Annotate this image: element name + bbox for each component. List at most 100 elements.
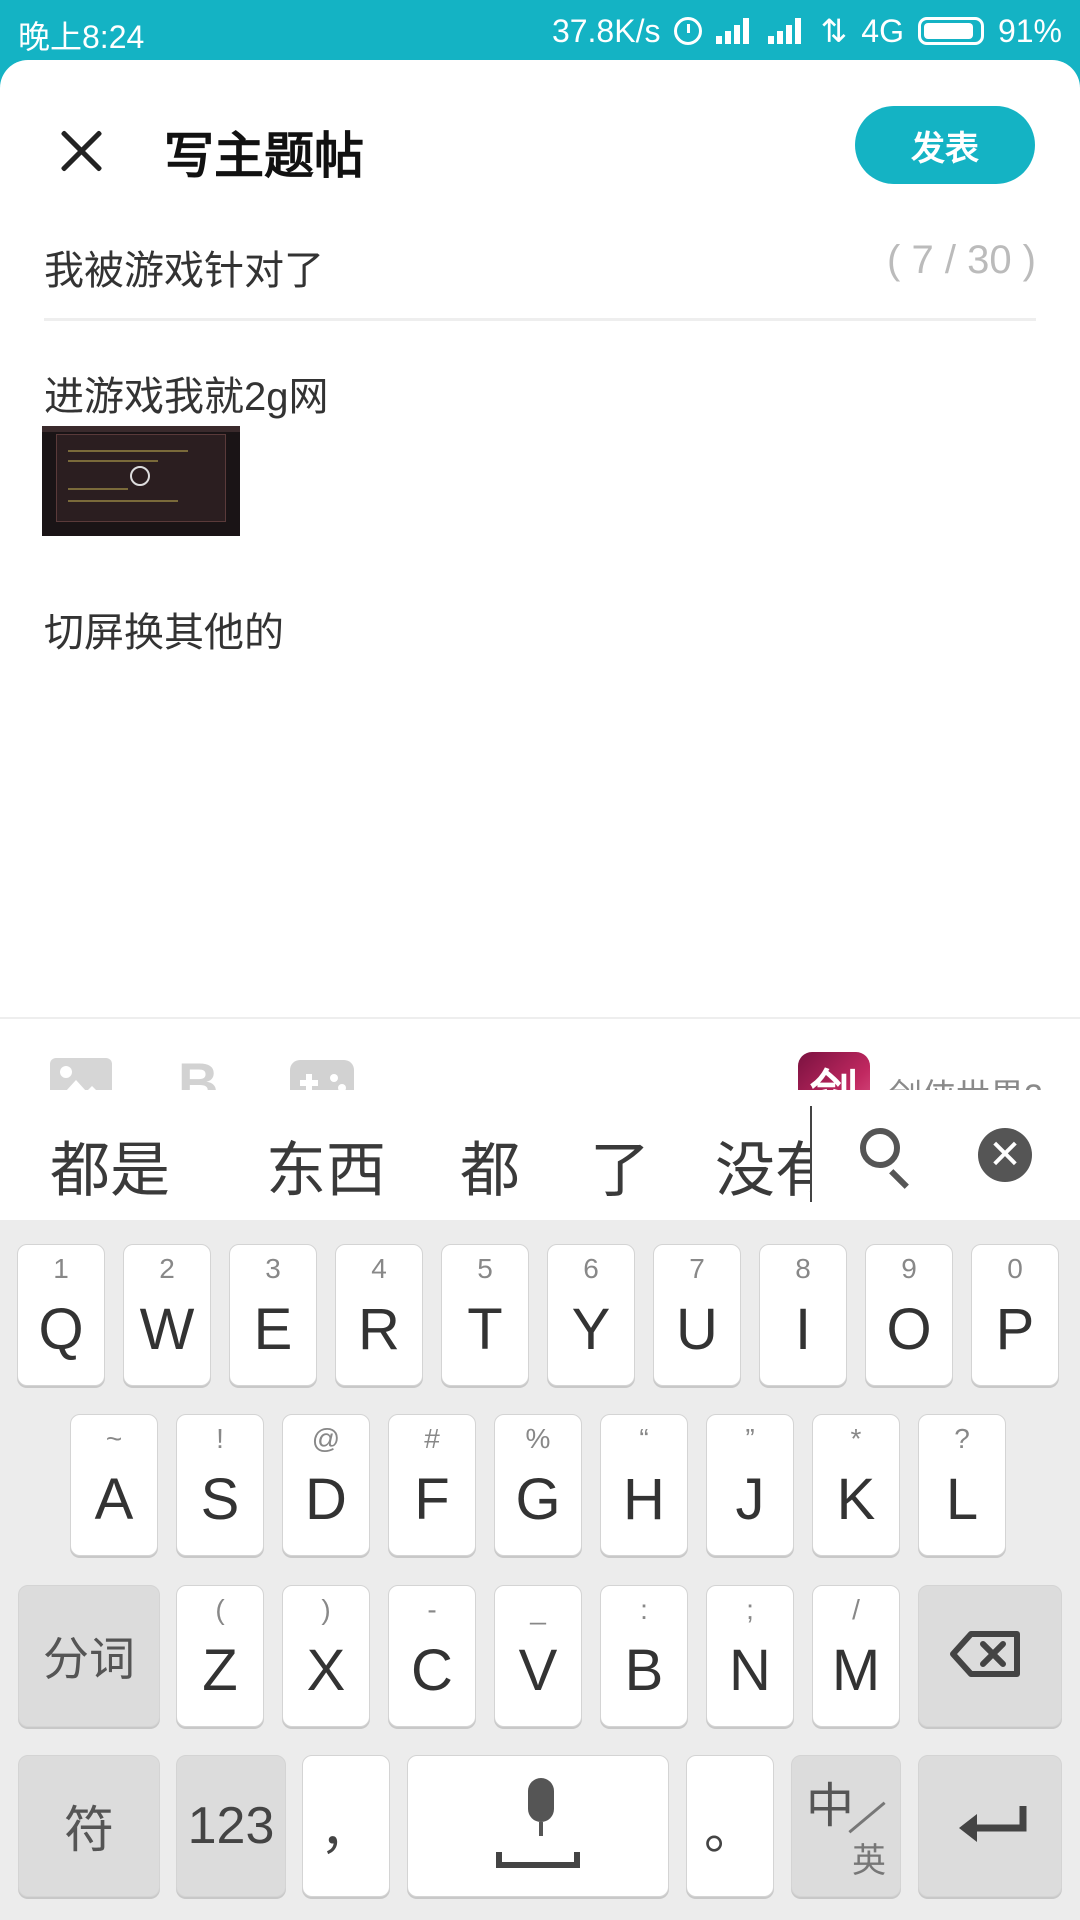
key-d[interactable]: @ D [282,1414,370,1556]
space-icon [496,1852,580,1868]
key-e[interactable]: 3E [229,1244,317,1386]
key-a[interactable]: ~ A [70,1414,158,1556]
data-arrows-icon: ⇅ [820,13,848,49]
key-b[interactable]: :B [600,1585,688,1727]
candidate-word[interactable]: 了 [590,1122,650,1209]
key-secondary-label: 0 [1007,1253,1023,1284]
key-secondary-label: ~ [105,1423,123,1454]
key-g[interactable]: % G [494,1414,582,1556]
key-label: S [200,1467,240,1532]
key-secondary-label: 9 [901,1253,917,1284]
key-label: H [623,1467,665,1532]
key-q[interactable]: 1Q [17,1244,105,1386]
key-secondary-label: 3 [265,1253,281,1284]
close-icon[interactable] [50,120,112,182]
key-secondary-label: % [525,1423,551,1454]
key-label: Y [571,1297,611,1362]
key-label: B [624,1638,664,1703]
key-label: J [735,1467,765,1532]
key-label: N [729,1638,771,1703]
key-label: Q [38,1297,84,1362]
key-secondary-label: * [850,1423,862,1454]
key-r[interactable]: 4R [335,1244,423,1386]
segment-key-label: 分词 [43,1633,135,1685]
key-s[interactable]: ! S [176,1414,264,1556]
key-label: L [945,1467,979,1532]
candidate-word[interactable]: 都是 [50,1122,170,1209]
candidate-divider [810,1106,812,1202]
key-secondary-label: _ [530,1594,546,1625]
signal-icon [716,18,754,44]
key-j[interactable]: ” J [706,1414,794,1556]
key-w[interactable]: 2W [123,1244,211,1386]
segment-key[interactable]: 分词 [18,1585,160,1727]
key-m[interactable]: / M [812,1585,900,1727]
key-i[interactable]: 8I [759,1244,847,1386]
key-x[interactable]: ) X [282,1585,370,1727]
backspace-icon [950,1631,1020,1677]
attached-image-thumbnail[interactable] [42,426,240,536]
key-label: K [836,1467,876,1532]
title-divider [44,318,1036,321]
key-secondary-label: ? [954,1423,970,1454]
editor-sheet: 写主题帖 发表 我被游戏针对了 ( 7 / 30 ) 进游戏我就2g网 切屏换其… [0,60,1080,1220]
enter-key[interactable] [918,1755,1062,1897]
candidate-word[interactable]: 都 [460,1122,520,1209]
key-y[interactable]: 6Y [547,1244,635,1386]
key-secondary-label: ( [215,1594,225,1625]
key-label: I [794,1297,812,1362]
status-time: 晚上8:24 [18,19,145,55]
key-p[interactable]: 0P [971,1244,1059,1386]
key-f[interactable]: # F [388,1414,476,1556]
symbol-key[interactable]: 符 [18,1755,160,1897]
number-key-label: 123 [187,1797,275,1855]
backspace-key[interactable] [918,1585,1062,1727]
key-secondary-label: ” [745,1423,755,1454]
candidate-word[interactable]: 东西 [266,1122,386,1209]
language-switch-key[interactable]: 中 英 [791,1755,901,1897]
key-c[interactable]: -C [388,1585,476,1727]
key-secondary-label: ! [216,1423,224,1454]
key-label: G [515,1467,561,1532]
key-secondary-label: 1 [53,1253,69,1284]
number-key[interactable]: 123 [176,1755,286,1897]
key-l[interactable]: ? L [918,1414,1006,1556]
publish-button[interactable]: 发表 [855,106,1035,184]
period-key[interactable]: 。 [686,1755,774,1897]
key-z[interactable]: (Z [176,1585,264,1727]
close-circle-icon[interactable]: ✕ [978,1128,1032,1182]
key-o[interactable]: 9O [865,1244,953,1386]
comma-key[interactable]: ， [302,1755,390,1897]
key-label: A [94,1467,134,1532]
key-u[interactable]: 7U [653,1244,741,1386]
body-text-line[interactable]: 切屏换其他的 [44,600,284,658]
key-t[interactable]: 5T [441,1244,529,1386]
body-text-line[interactable]: 进游戏我就2g网 [44,364,329,422]
candidate-word[interactable]: 没有 [715,1122,811,1209]
title-input[interactable]: 我被游戏针对了 [44,238,324,296]
key-v[interactable]: _ V [494,1585,582,1727]
signal-icon-2 [768,18,806,44]
search-icon[interactable] [860,1128,900,1168]
key-secondary-label: 4 [371,1253,387,1284]
key-label: V [518,1638,558,1703]
battery-icon [917,17,984,45]
title-char-counter: ( 7 / 30 ) [887,238,1036,282]
status-icons: 37.8K/s ⇅ 4G 91% [552,12,1062,50]
space-voice-key[interactable] [407,1755,669,1897]
key-h[interactable]: “H [600,1414,688,1556]
network-type: 4G [861,12,904,49]
key-n[interactable]: ; N [706,1585,794,1727]
key-label: X [306,1638,346,1703]
chinese-label: 中 [806,1780,855,1833]
key-k[interactable]: * K [812,1414,900,1556]
key-label: E [253,1297,293,1362]
key-label: P [995,1297,1035,1362]
candidate-overflow: 没有 [715,1100,811,1210]
key-label: D [305,1467,347,1532]
key-label: F [414,1467,450,1532]
key-label: Z [202,1638,238,1703]
key-secondary-label: ) [321,1594,331,1625]
alarm-icon [674,17,703,45]
key-secondary-label: @ [311,1423,341,1454]
